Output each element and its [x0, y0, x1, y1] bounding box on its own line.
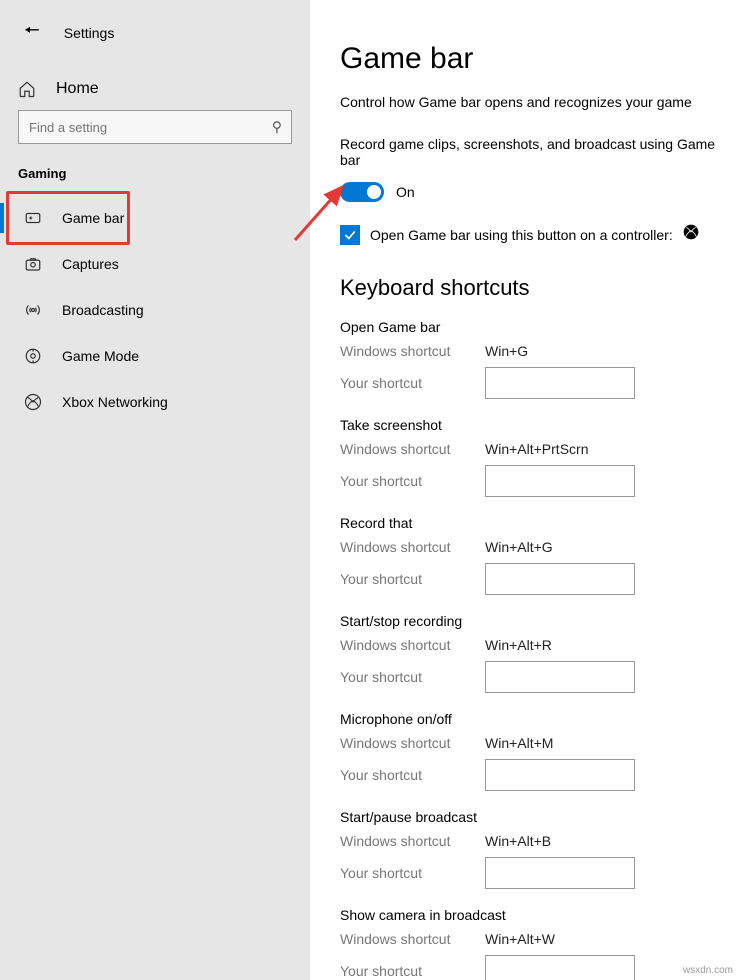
windows-shortcut-value: Win+Alt+B — [485, 833, 551, 849]
xbox-icon — [683, 224, 699, 245]
sidebar-item-label: Xbox Networking — [62, 394, 168, 410]
window-title: Settings — [64, 25, 115, 41]
shortcut-group: Start/pause broadcast Windows shortcutWin… — [340, 809, 739, 889]
shortcut-group: Start/stop recording Windows shortcutWin+… — [340, 613, 739, 693]
shortcuts-heading: Keyboard shortcuts — [340, 275, 739, 301]
section-label: Gaming — [0, 164, 310, 195]
your-shortcut-input[interactable] — [485, 661, 635, 693]
xbox-networking-icon — [24, 393, 42, 411]
your-shortcut-input[interactable] — [485, 955, 635, 980]
windows-shortcut-label: Windows shortcut — [340, 343, 485, 359]
shortcut-group: Microphone on/off Windows shortcutWin+Alt… — [340, 711, 739, 791]
windows-shortcut-label: Windows shortcut — [340, 833, 485, 849]
your-shortcut-input[interactable] — [485, 759, 635, 791]
your-shortcut-label: Your shortcut — [340, 767, 485, 783]
shortcut-title: Show camera in broadcast — [340, 907, 739, 923]
shortcut-group: Show camera in broadcast Windows shortcut… — [340, 907, 739, 980]
nav-home-label: Home — [56, 80, 99, 98]
windows-shortcut-label: Windows shortcut — [340, 931, 485, 947]
windows-shortcut-value: Win+Alt+R — [485, 637, 552, 653]
broadcasting-icon — [24, 301, 42, 319]
sidebar-item-label: Game bar — [62, 210, 124, 226]
record-description: Record game clips, screenshots, and broa… — [340, 136, 739, 168]
shortcut-group: Open Game bar Windows shortcutWin+GYour s… — [340, 319, 739, 399]
your-shortcut-label: Your shortcut — [340, 865, 485, 881]
shortcut-title: Take screenshot — [340, 417, 739, 433]
sidebar-item-label: Captures — [62, 256, 119, 272]
nav-home[interactable]: Home — [0, 68, 310, 110]
watermark: wsxdn.com — [683, 965, 733, 976]
windows-shortcut-value: Win+Alt+PrtScrn — [485, 441, 588, 457]
back-button[interactable]: 🠔 — [24, 18, 40, 48]
sidebar-item-game-bar[interactable]: Game bar — [0, 195, 310, 241]
sidebar-item-captures[interactable]: Captures — [0, 241, 310, 287]
game-bar-icon — [24, 209, 42, 227]
your-shortcut-input[interactable] — [485, 857, 635, 889]
sidebar-item-broadcasting[interactable]: Broadcasting — [0, 287, 310, 333]
windows-shortcut-label: Windows shortcut — [340, 441, 485, 457]
shortcut-group: Record that Windows shortcutWin+Alt+GYour… — [340, 515, 739, 595]
shortcut-title: Start/stop recording — [340, 613, 739, 629]
shortcut-title: Microphone on/off — [340, 711, 739, 727]
sidebar-item-game-mode[interactable]: Game Mode — [0, 333, 310, 379]
your-shortcut-label: Your shortcut — [340, 473, 485, 489]
controller-checkbox[interactable] — [340, 225, 360, 245]
your-shortcut-label: Your shortcut — [340, 375, 485, 391]
windows-shortcut-label: Windows shortcut — [340, 637, 485, 653]
page-title: Game bar — [340, 42, 739, 76]
sidebar-item-xbox-networking[interactable]: Xbox Networking — [0, 379, 310, 425]
game-mode-icon — [24, 347, 42, 365]
sidebar-item-label: Game Mode — [62, 348, 139, 364]
sidebar-item-label: Broadcasting — [62, 302, 144, 318]
shortcut-title: Start/pause broadcast — [340, 809, 739, 825]
checkbox-label: Open Game bar using this button on a con… — [370, 227, 673, 243]
record-toggle[interactable] — [340, 182, 384, 202]
your-shortcut-label: Your shortcut — [340, 669, 485, 685]
windows-shortcut-label: Windows shortcut — [340, 735, 485, 751]
your-shortcut-input[interactable] — [485, 367, 635, 399]
sidebar: 🠔 Settings Home ⚲ Gaming Game bar Captur… — [0, 0, 310, 980]
main-content: Game bar Control how Game bar opens and … — [310, 0, 739, 980]
home-icon — [18, 80, 36, 98]
windows-shortcut-label: Windows shortcut — [340, 539, 485, 555]
shortcut-title: Record that — [340, 515, 739, 531]
search-input[interactable] — [18, 110, 292, 144]
windows-shortcut-value: Win+Alt+G — [485, 539, 553, 555]
your-shortcut-label: Your shortcut — [340, 963, 485, 979]
shortcut-title: Open Game bar — [340, 319, 739, 335]
windows-shortcut-value: Win+G — [485, 343, 528, 359]
captures-icon — [24, 255, 42, 273]
your-shortcut-input[interactable] — [485, 563, 635, 595]
your-shortcut-label: Your shortcut — [340, 571, 485, 587]
windows-shortcut-value: Win+Alt+W — [485, 931, 555, 947]
page-description: Control how Game bar opens and recognize… — [340, 94, 739, 110]
toggle-state-label: On — [396, 184, 415, 200]
your-shortcut-input[interactable] — [485, 465, 635, 497]
windows-shortcut-value: Win+Alt+M — [485, 735, 553, 751]
shortcut-group: Take screenshot Windows shortcutWin+Alt+P… — [340, 417, 739, 497]
